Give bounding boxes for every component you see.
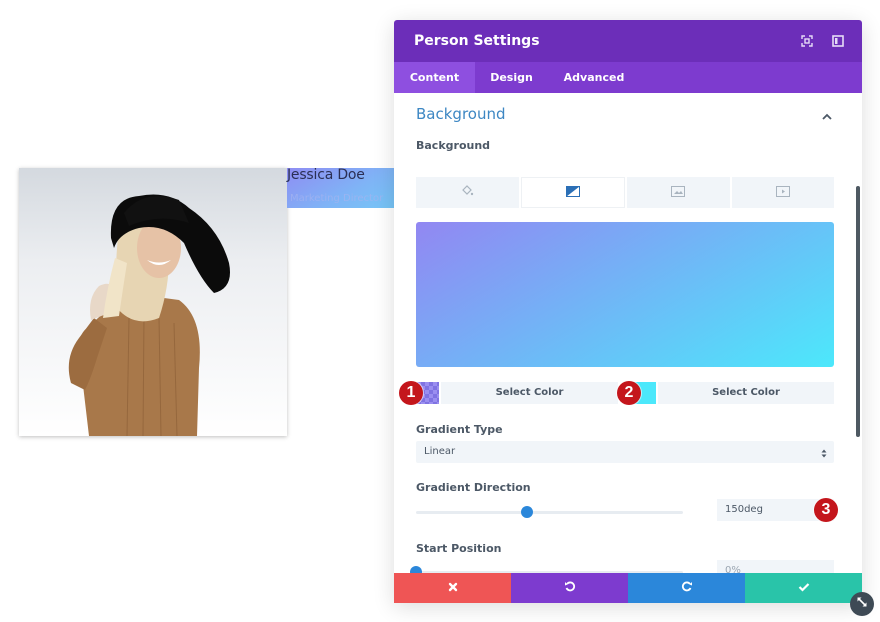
gradient-preview xyxy=(416,222,834,367)
redo-icon xyxy=(681,579,693,597)
modal-footer xyxy=(394,573,862,603)
resize-handle[interactable] xyxy=(850,592,874,616)
tab-content[interactable]: Content xyxy=(394,62,475,93)
start-position-slider-thumb[interactable] xyxy=(410,566,422,573)
color-stops-row: Select Color 1 Select Color 2 xyxy=(394,381,862,405)
person-photo-illustration xyxy=(19,168,287,436)
background-type-tabs xyxy=(416,177,834,208)
start-position-label: Start Position xyxy=(416,542,502,555)
annotation-badge-1: 1 xyxy=(399,381,423,405)
undo-icon xyxy=(564,579,576,597)
section-title-background[interactable]: Background xyxy=(416,105,506,123)
image-icon xyxy=(671,184,686,202)
background-label: Background xyxy=(416,139,491,152)
save-button[interactable] xyxy=(745,573,862,603)
person-settings-modal: Person Settings Content Design Advanced … xyxy=(394,20,862,603)
annotation-badge-2: 2 xyxy=(617,381,641,405)
modal-tabs: Content Design Advanced xyxy=(394,62,862,93)
gradient-direction-label: Gradient Direction xyxy=(416,481,531,494)
resize-arrows-icon xyxy=(856,595,868,613)
tab-design[interactable]: Design xyxy=(475,62,548,93)
cancel-button[interactable] xyxy=(394,573,511,603)
background-type-gradient[interactable] xyxy=(520,177,625,208)
person-photo xyxy=(19,168,287,436)
person-name: Jessica Doe xyxy=(287,167,365,183)
close-icon xyxy=(448,579,458,597)
select-arrows-icon xyxy=(821,446,827,458)
tab-advanced[interactable]: Advanced xyxy=(548,62,640,93)
select-color-button-1[interactable]: Select Color xyxy=(441,382,618,404)
gradient-direction-slider-thumb[interactable] xyxy=(521,506,534,518)
modal-body: Background Background Select Color 1 Sel… xyxy=(394,93,862,573)
background-type-color[interactable] xyxy=(416,177,519,208)
check-icon xyxy=(798,579,810,597)
gradient-type-value: Linear xyxy=(424,446,456,457)
annotation-badge-3: 3 xyxy=(814,498,838,522)
gradient-type-select[interactable]: Linear xyxy=(416,441,834,463)
paint-bucket-icon xyxy=(460,184,474,202)
undo-button[interactable] xyxy=(511,573,628,603)
background-type-image[interactable] xyxy=(627,177,730,208)
video-icon xyxy=(775,184,790,202)
split-view-icon[interactable] xyxy=(831,34,845,48)
redo-button[interactable] xyxy=(628,573,745,603)
person-position: Marketing Director xyxy=(290,193,384,204)
gradient-type-label: Gradient Type xyxy=(416,423,503,436)
chevron-up-icon[interactable] xyxy=(821,109,833,120)
modal-title: Person Settings xyxy=(414,33,540,49)
modal-scrollbar[interactable] xyxy=(856,186,860,437)
select-color-button-2[interactable]: Select Color xyxy=(658,382,834,404)
modal-header: Person Settings xyxy=(394,20,862,62)
gradient-icon xyxy=(565,184,580,202)
fullscreen-icon[interactable] xyxy=(800,34,814,48)
start-position-input[interactable]: 0% xyxy=(717,560,834,573)
background-type-video[interactable] xyxy=(731,177,834,208)
gradient-direction-slider[interactable] xyxy=(416,506,683,518)
